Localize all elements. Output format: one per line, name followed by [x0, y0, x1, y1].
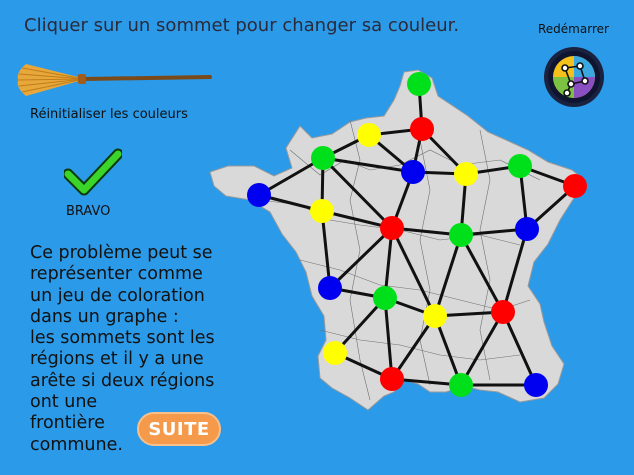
graph-vertex-yellow[interactable]: [454, 162, 478, 186]
graph-vertex-blue[interactable]: [318, 276, 342, 300]
graph-vertex-green[interactable]: [311, 146, 335, 170]
graph-vertex-red[interactable]: [380, 367, 404, 391]
graph-vertex-blue[interactable]: [524, 373, 548, 397]
graph-vertex-red[interactable]: [491, 300, 515, 324]
graph-vertex-green[interactable]: [373, 286, 397, 310]
graph-vertex-red[interactable]: [410, 117, 434, 141]
graph-vertex-blue[interactable]: [515, 217, 539, 241]
graph-vertex-yellow[interactable]: [310, 199, 334, 223]
graph-vertex-yellow[interactable]: [323, 341, 347, 365]
graph-vertex-green[interactable]: [449, 373, 473, 397]
graph-vertex-green[interactable]: [449, 223, 473, 247]
france-map: [209, 69, 587, 411]
graph-vertex-green[interactable]: [407, 72, 431, 96]
graph-vertex-blue[interactable]: [401, 160, 425, 184]
graph-vertex-blue[interactable]: [247, 183, 271, 207]
graph-vertex-yellow[interactable]: [357, 123, 381, 147]
graph-vertex-red[interactable]: [563, 174, 587, 198]
graph-vertex-green[interactable]: [508, 154, 532, 178]
graph-vertex-yellow[interactable]: [423, 304, 447, 328]
graph-vertex-red[interactable]: [380, 216, 404, 240]
